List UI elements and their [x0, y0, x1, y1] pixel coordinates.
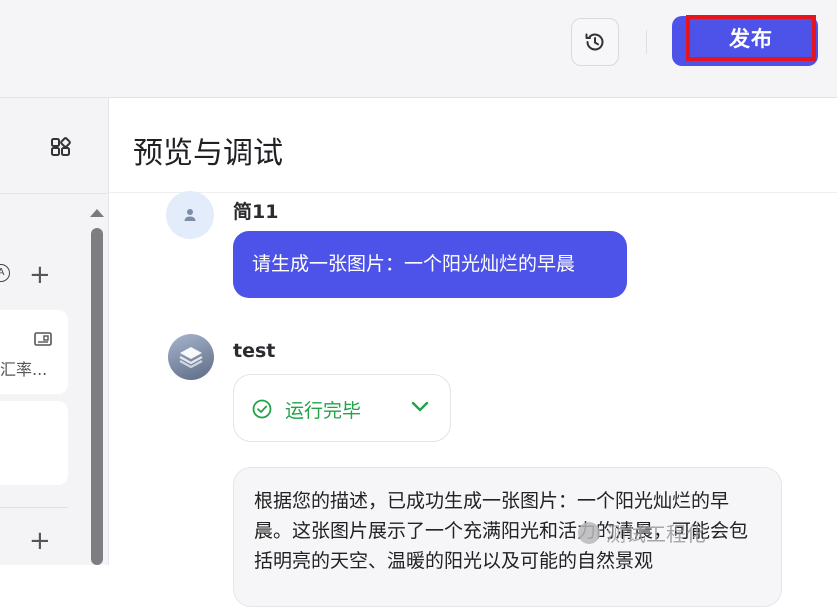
plugin-card-text: 汇率...	[0, 360, 48, 379]
clock-history-icon	[585, 33, 604, 51]
preview-header: 预览与调试	[109, 98, 837, 193]
watermark-logo-icon	[578, 521, 600, 544]
left-panel: A + 汇率... +	[0, 98, 109, 565]
run-status-text: 运行完毕	[285, 400, 362, 422]
id-card-icon	[34, 332, 52, 346]
plugin-card[interactable]: 汇率...	[0, 310, 68, 394]
run-status-card[interactable]: 运行完毕	[233, 374, 451, 442]
publish-label: 发布	[729, 27, 773, 51]
grid-icon[interactable]	[50, 136, 72, 158]
user-name: 简11	[233, 201, 279, 223]
plugin-card[interactable]	[0, 401, 68, 485]
user-avatar	[166, 191, 214, 239]
history-button[interactable]	[571, 18, 619, 66]
watermark: 测试工程化	[578, 518, 706, 547]
page-title: 预览与调试	[133, 136, 283, 171]
scrollbar-thumb[interactable]	[91, 228, 103, 565]
scroll-up-arrow-icon[interactable]	[90, 209, 104, 217]
layers-icon	[179, 347, 203, 369]
bot-name: test	[233, 340, 276, 362]
publish-highlight-box[interactable]: 发布	[686, 15, 816, 61]
add-icon[interactable]: +	[29, 528, 51, 554]
left-panel-divider	[0, 507, 68, 508]
watermark-text: 测试工程化	[606, 522, 706, 546]
a-circle-icon[interactable]: A	[0, 264, 10, 282]
bot-avatar	[168, 334, 214, 380]
user-icon	[184, 209, 196, 221]
user-message-bubble: 请生成一张图片：一个阳光灿烂的早晨	[233, 231, 627, 298]
check-circle-icon	[252, 399, 272, 419]
chevron-down-icon[interactable]	[410, 400, 430, 414]
add-icon[interactable]: +	[29, 262, 51, 288]
toolbar-divider	[646, 30, 647, 54]
left-panel-divider	[0, 193, 108, 194]
top-bar: 发布	[0, 0, 837, 98]
